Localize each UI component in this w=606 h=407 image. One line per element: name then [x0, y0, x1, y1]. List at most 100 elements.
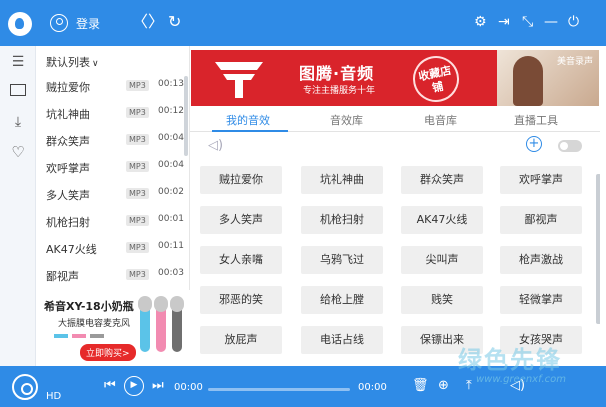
- previous-icon[interactable]: ⏮: [104, 379, 116, 393]
- download-icon[interactable]: ⤓: [9, 114, 27, 130]
- microphone-image: [170, 296, 184, 352]
- track-duration: 00:13: [158, 79, 184, 89]
- playlist-item[interactable]: 鄙视声 MP3 00:03: [36, 262, 184, 289]
- color-swatch: [72, 334, 86, 338]
- playlist-item[interactable]: 坑礼神曲 MP3 00:12: [36, 100, 184, 127]
- exit-icon[interactable]: ⇥: [498, 13, 510, 31]
- toggle-switch[interactable]: [558, 140, 582, 152]
- add-sound-icon[interactable]: +: [526, 136, 542, 152]
- format-badge: MP3: [126, 188, 149, 199]
- current-time: 00:00: [174, 382, 203, 393]
- track-duration: 00:02: [158, 187, 184, 197]
- list-icon[interactable]: ☰: [9, 54, 27, 70]
- power-icon[interactable]: ⏻: [568, 13, 579, 31]
- screen-icon[interactable]: [10, 84, 26, 96]
- playlist-title: 默认列表: [46, 56, 90, 69]
- format-badge: MP3: [126, 107, 149, 118]
- playlist-item[interactable]: 群众笑声 MP3 00:04: [36, 127, 184, 154]
- tab-live-tools[interactable]: 直播工具: [514, 112, 558, 128]
- upload-icon[interactable]: ⤒: [466, 379, 472, 393]
- totem-logo-icon: [215, 62, 263, 98]
- playlist-item[interactable]: 多人笑声 MP3 00:02: [36, 181, 184, 208]
- sound-effect-button[interactable]: 轻微掌声: [500, 286, 582, 314]
- progress-bar[interactable]: [208, 388, 350, 391]
- main-content: 图腾·音频 专注主播服务十年 收藏店铺 美音录声 我的音效 音效库 电音库 直播…: [190, 46, 606, 366]
- playlist-item[interactable]: 欢呼掌声 MP3 00:04: [36, 154, 184, 181]
- playlist-item[interactable]: 机枪扫射 MP3 00:01: [36, 208, 184, 235]
- track-duration: 00:11: [158, 241, 184, 251]
- ad-banner[interactable]: 图腾·音频 专注主播服务十年 收藏店铺 美音录声: [191, 50, 599, 106]
- track-name: AK47火线: [46, 243, 97, 256]
- playlist-item[interactable]: AK47火线 MP3 00:11: [36, 235, 184, 262]
- side-icon-column: ☰ ⤓ ♡: [0, 46, 36, 366]
- sound-effect-button[interactable]: 枪声激战: [500, 246, 582, 274]
- format-badge: MP3: [126, 269, 149, 280]
- sound-controls: ◁) +: [190, 134, 600, 158]
- favorite-shop-stamp[interactable]: 收藏店铺: [408, 51, 464, 106]
- record-icon[interactable]: ⊕: [438, 379, 449, 393]
- sound-effect-button[interactable]: 群众笑声: [401, 166, 483, 194]
- format-badge: MP3: [126, 80, 149, 91]
- user-icon[interactable]: [50, 14, 68, 32]
- track-duration: 00:12: [158, 106, 184, 116]
- sound-effect-button[interactable]: 乌鸦飞过: [301, 246, 383, 274]
- play-icon[interactable]: ▶: [124, 376, 144, 396]
- format-badge: MP3: [126, 134, 149, 145]
- sound-effect-button[interactable]: 贱笑: [401, 286, 483, 314]
- person-image: [513, 56, 543, 106]
- sound-effect-button[interactable]: 机枪扫射: [301, 206, 383, 234]
- chevron-down-icon: ∨: [92, 59, 99, 69]
- microphone-image: [154, 296, 168, 352]
- color-swatch: [54, 334, 68, 338]
- sound-effect-button[interactable]: 放屁声: [200, 326, 282, 354]
- sound-effect-button[interactable]: 贼拉爱你: [200, 166, 282, 194]
- playlist-selector[interactable]: 默认列表 ∨: [46, 54, 99, 70]
- sound-effect-button[interactable]: 女人亲嘴: [200, 246, 282, 274]
- minimize-icon[interactable]: —: [544, 13, 558, 31]
- hd-label: HD: [46, 391, 62, 402]
- microphone-image: [138, 296, 152, 352]
- title-bar: 登录 〈 〉 ↻ ⚙ ⇥ ⤡ — ⏻: [0, 0, 606, 46]
- sound-effect-button[interactable]: 欢呼掌声: [500, 166, 582, 194]
- sound-effect-button[interactable]: 坑礼神曲: [301, 166, 383, 194]
- disc-icon[interactable]: [12, 374, 38, 400]
- mini-mode-icon[interactable]: ⤡: [522, 13, 533, 31]
- tab-my-sounds[interactable]: 我的音效: [226, 112, 270, 128]
- playlist-scrollbar[interactable]: [184, 76, 188, 156]
- tab-sound-library[interactable]: 音效库: [330, 112, 363, 128]
- track-duration: 00:01: [158, 214, 184, 224]
- sound-effect-button[interactable]: 多人笑声: [200, 206, 282, 234]
- favorite-icon[interactable]: ♡: [9, 144, 27, 160]
- sound-effect-button[interactable]: 电话占线: [301, 326, 383, 354]
- track-duration: 00:04: [158, 133, 184, 143]
- sound-effect-button[interactable]: 鄙视声: [500, 206, 582, 234]
- track-duration: 00:04: [158, 160, 184, 170]
- ad-subtitle: 大振膜电容麦克风: [58, 319, 131, 329]
- forward-button-icon[interactable]: 〉: [148, 13, 164, 31]
- banner-photo-caption: 美音录声: [557, 57, 594, 67]
- settings-icon[interactable]: ⚙: [474, 13, 487, 31]
- speaker-icon[interactable]: ◁): [208, 138, 223, 153]
- next-icon[interactable]: ⏭: [152, 379, 164, 393]
- format-badge: MP3: [126, 215, 149, 226]
- login-button[interactable]: 登录: [76, 15, 100, 32]
- buy-now-button[interactable]: 立即购买>: [80, 344, 136, 361]
- watermark-logo: 绿色先锋: [458, 346, 562, 374]
- sound-effect-button[interactable]: 给枪上膛: [301, 286, 383, 314]
- grid-scrollbar[interactable]: [596, 174, 600, 324]
- ad-microphone[interactable]: 希音XY-18小奶瓶 大振膜电容麦克风 立即购买>: [36, 290, 190, 366]
- track-name: 坑礼神曲: [46, 108, 90, 121]
- app-logo-icon: [8, 12, 32, 36]
- track-name: 贼拉爱你: [46, 81, 90, 94]
- refresh-icon[interactable]: ↻: [168, 13, 181, 31]
- ad-title: 希音XY-18小奶瓶: [44, 300, 134, 313]
- banner-subtitle: 专注主播服务十年: [303, 86, 376, 96]
- sound-effect-button[interactable]: 尖叫声: [401, 246, 483, 274]
- sound-effect-button[interactable]: 邪恶的笑: [200, 286, 282, 314]
- active-tab-indicator: [212, 130, 288, 132]
- trash-icon[interactable]: 🗑: [412, 379, 429, 393]
- playlist-item[interactable]: 贼拉爱你 MP3 00:13: [36, 73, 184, 100]
- back-button-icon[interactable]: 〈: [132, 13, 148, 31]
- tab-electro-library[interactable]: 电音库: [424, 112, 457, 128]
- sound-effect-button[interactable]: AK47火线: [401, 206, 483, 234]
